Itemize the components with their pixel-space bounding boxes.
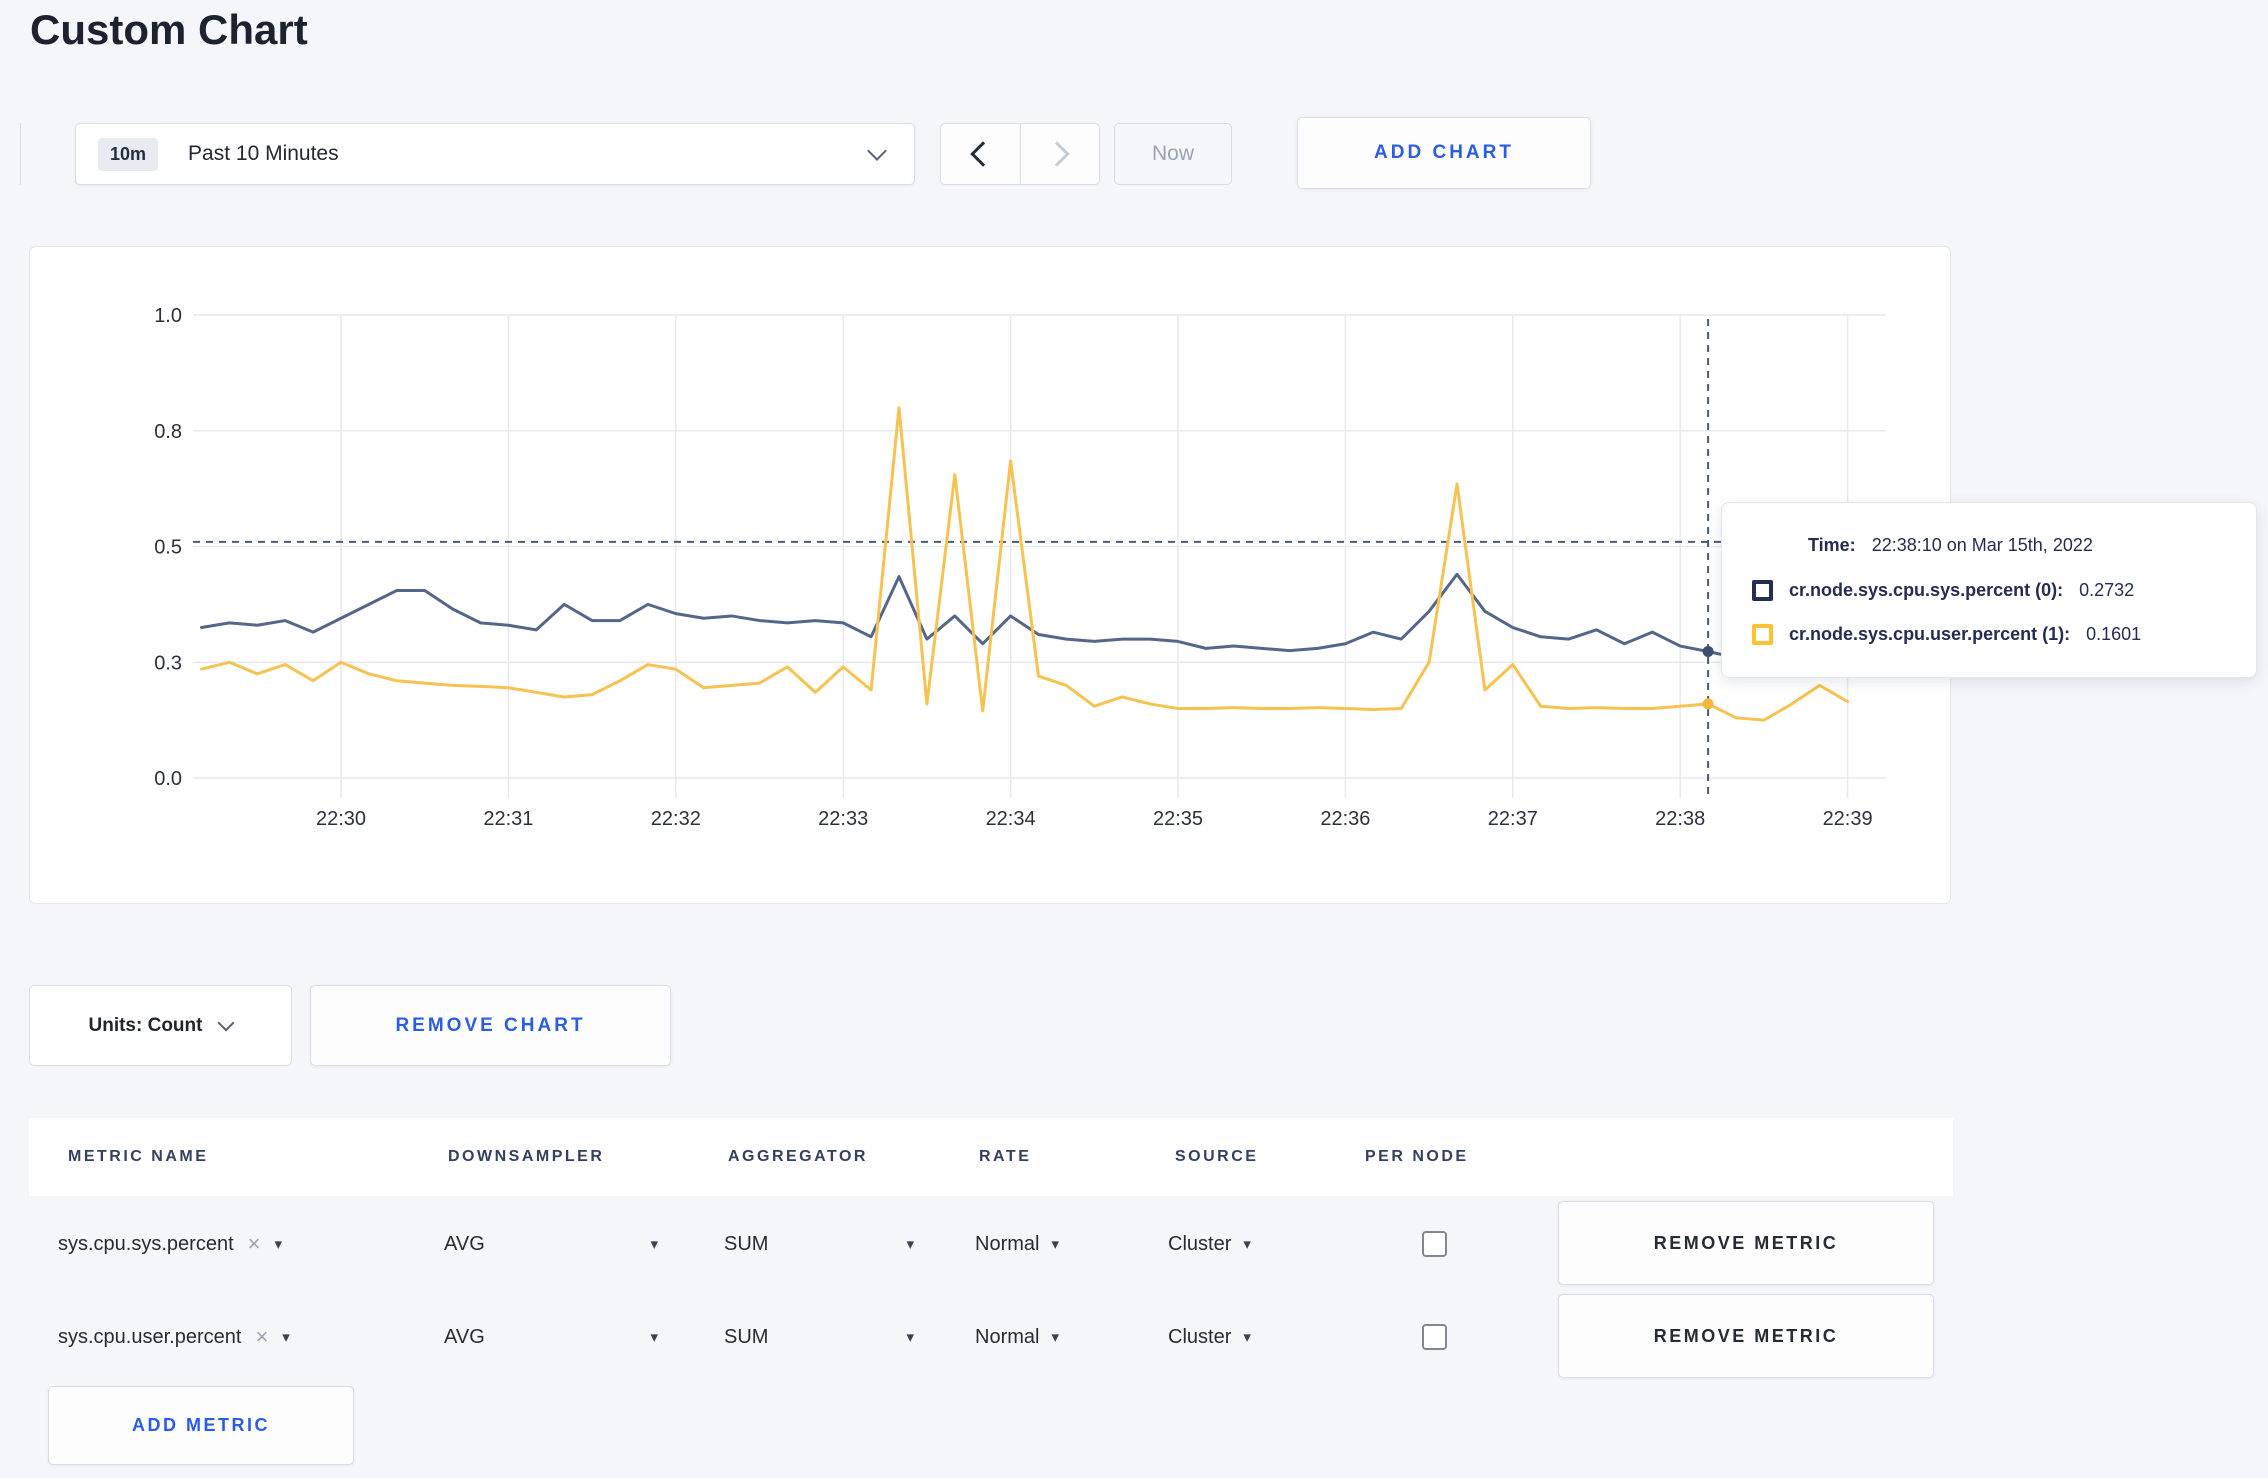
- time-window-select[interactable]: 10m Past 10 Minutes: [75, 123, 915, 185]
- svg-text:0.0: 0.0: [154, 768, 182, 790]
- per-node-cell: [1422, 1294, 1447, 1380]
- per-node-checkbox[interactable]: [1422, 1231, 1447, 1257]
- per-node-checkbox[interactable]: [1422, 1324, 1447, 1350]
- custom-chart-page: Custom Chart 10m Past 10 Minutes Now ADD…: [0, 0, 2268, 1478]
- tooltip-series-row: cr.node.sys.cpu.user.percent (1): 0.1601: [1752, 624, 2256, 646]
- source-value: Cluster: [1168, 1325, 1232, 1348]
- caret-down-icon: ▾: [1243, 1328, 1251, 1346]
- time-window-badge: 10m: [98, 137, 159, 171]
- caret-down-icon: ▾: [282, 1328, 290, 1346]
- svg-text:0.3: 0.3: [154, 652, 182, 674]
- remove-metric-button[interactable]: REMOVE METRIC: [1558, 1201, 1934, 1285]
- svg-text:0.8: 0.8: [154, 421, 182, 443]
- units-select[interactable]: Units: Count: [29, 985, 292, 1066]
- svg-text:0.5: 0.5: [154, 537, 182, 559]
- aggregator-select[interactable]: SUM ▾: [724, 1294, 914, 1380]
- caret-down-icon: ▾: [1051, 1328, 1059, 1346]
- caret-down-icon: ▾: [274, 1235, 283, 1253]
- chevron-left-icon: [970, 141, 996, 167]
- metric-name-select[interactable]: sys.cpu.user.percent × ▾: [58, 1294, 290, 1380]
- rate-select[interactable]: Normal ▾: [975, 1201, 1059, 1287]
- svg-text:22:31: 22:31: [483, 808, 533, 830]
- rate-value: Normal: [975, 1325, 1040, 1348]
- table-row: sys.cpu.user.percent × ▾ AVG ▾ SUM ▾ Nor…: [29, 1294, 1953, 1380]
- caret-down-icon: ▾: [906, 1235, 914, 1253]
- caret-down-icon: ▾: [650, 1328, 658, 1346]
- svg-text:22:32: 22:32: [651, 808, 701, 830]
- remove-metric-button[interactable]: REMOVE METRIC: [1558, 1294, 1934, 1378]
- toolbar-divider: [20, 123, 21, 185]
- header-downsampler: DOWNSAMPLER: [448, 1148, 605, 1165]
- chevron-down-icon: [867, 141, 887, 161]
- metric-name: sys.cpu.sys.percent: [58, 1232, 234, 1255]
- source-select[interactable]: Cluster ▾: [1168, 1201, 1251, 1287]
- add-metric-button[interactable]: ADD METRIC: [48, 1386, 354, 1465]
- caret-down-icon: ▾: [1243, 1235, 1251, 1253]
- rate-value: Normal: [975, 1232, 1040, 1255]
- tooltip-time-value: 22:38:10 on Mar 15th, 2022: [1871, 534, 2093, 555]
- header-per-node: PER NODE: [1365, 1148, 1469, 1165]
- tooltip-series-row: cr.node.sys.cpu.sys.percent (0): 0.2732: [1752, 579, 2256, 601]
- chevron-right-icon: [1044, 141, 1070, 167]
- svg-text:22:30: 22:30: [316, 808, 366, 830]
- time-window-label: Past 10 Minutes: [188, 142, 339, 165]
- chart-card: 0.0 0.3 0.5 0.8 1.0 22:30 22:31 22:32 22:33 22:34…: [29, 246, 1951, 904]
- aggregator-select[interactable]: SUM ▾: [724, 1201, 914, 1287]
- tooltip-series-label: cr.node.sys.cpu.sys.percent (0):: [1789, 579, 2064, 600]
- downsampler-select[interactable]: AVG ▾: [444, 1201, 658, 1287]
- metric-name: sys.cpu.user.percent: [58, 1325, 242, 1348]
- caret-down-icon: ▾: [906, 1328, 914, 1346]
- units-label: Units: Count: [88, 1014, 203, 1036]
- downsampler-select[interactable]: AVG ▾: [444, 1294, 658, 1380]
- tooltip-time-row: Time: 22:38:10 on Mar 15th, 2022: [1808, 535, 2256, 556]
- page-title: Custom Chart: [30, 6, 308, 53]
- tooltip-series-value: 0.2732: [2079, 579, 2135, 600]
- clear-metric-icon[interactable]: ×: [248, 1233, 261, 1255]
- add-chart-button[interactable]: ADD CHART: [1297, 117, 1591, 189]
- chart-plot-area[interactable]: 0.0 0.3 0.5 0.8 1.0 22:30 22:31 22:32 22:33 22:34…: [30, 247, 1950, 903]
- svg-text:22:38: 22:38: [1655, 808, 1705, 830]
- now-button[interactable]: Now: [1114, 123, 1232, 185]
- tooltip-time-label: Time:: [1808, 534, 1856, 555]
- svg-text:22:35: 22:35: [1153, 808, 1203, 830]
- svg-text:22:36: 22:36: [1320, 808, 1370, 830]
- header-aggregator: AGGREGATOR: [728, 1148, 868, 1165]
- series-swatch-icon: [1752, 579, 1773, 601]
- header-metric-name: METRIC NAME: [68, 1148, 209, 1165]
- table-row: sys.cpu.sys.percent × ▾ AVG ▾ SUM ▾ Norm…: [29, 1201, 1953, 1287]
- svg-text:22:37: 22:37: [1488, 808, 1538, 830]
- svg-text:22:39: 22:39: [1823, 808, 1873, 830]
- source-select[interactable]: Cluster ▾: [1168, 1294, 1251, 1380]
- series-swatch-icon: [1752, 624, 1773, 646]
- header-rate: RATE: [979, 1148, 1032, 1165]
- next-time-button[interactable]: [1019, 123, 1100, 185]
- downsampler-value: AVG: [444, 1325, 485, 1348]
- chevron-down-icon: [217, 1014, 235, 1032]
- chart-tooltip: Time: 22:38:10 on Mar 15th, 2022 cr.node…: [1721, 502, 2257, 678]
- metric-name-select[interactable]: sys.cpu.sys.percent × ▾: [58, 1201, 282, 1287]
- aggregator-value: SUM: [724, 1325, 769, 1348]
- source-value: Cluster: [1168, 1232, 1232, 1255]
- tooltip-series-value: 0.1601: [2086, 624, 2142, 645]
- clear-metric-icon[interactable]: ×: [255, 1326, 268, 1348]
- tooltip-series-label: cr.node.sys.cpu.user.percent (1):: [1789, 624, 2071, 645]
- svg-text:22:33: 22:33: [818, 808, 868, 830]
- remove-chart-button[interactable]: REMOVE CHART: [310, 985, 671, 1066]
- metrics-table-header: METRIC NAME DOWNSAMPLER AGGREGATOR RATE …: [29, 1118, 1953, 1196]
- rate-select[interactable]: Normal ▾: [975, 1294, 1059, 1380]
- per-node-cell: [1422, 1201, 1447, 1287]
- caret-down-icon: ▾: [650, 1235, 658, 1253]
- caret-down-icon: ▾: [1051, 1235, 1059, 1253]
- prev-time-button[interactable]: [940, 123, 1021, 185]
- svg-text:22:34: 22:34: [986, 808, 1036, 830]
- time-nav-group: [940, 123, 1100, 185]
- svg-text:1.0: 1.0: [154, 305, 182, 327]
- downsampler-value: AVG: [444, 1232, 485, 1255]
- header-source: SOURCE: [1175, 1148, 1259, 1165]
- aggregator-value: SUM: [724, 1232, 769, 1255]
